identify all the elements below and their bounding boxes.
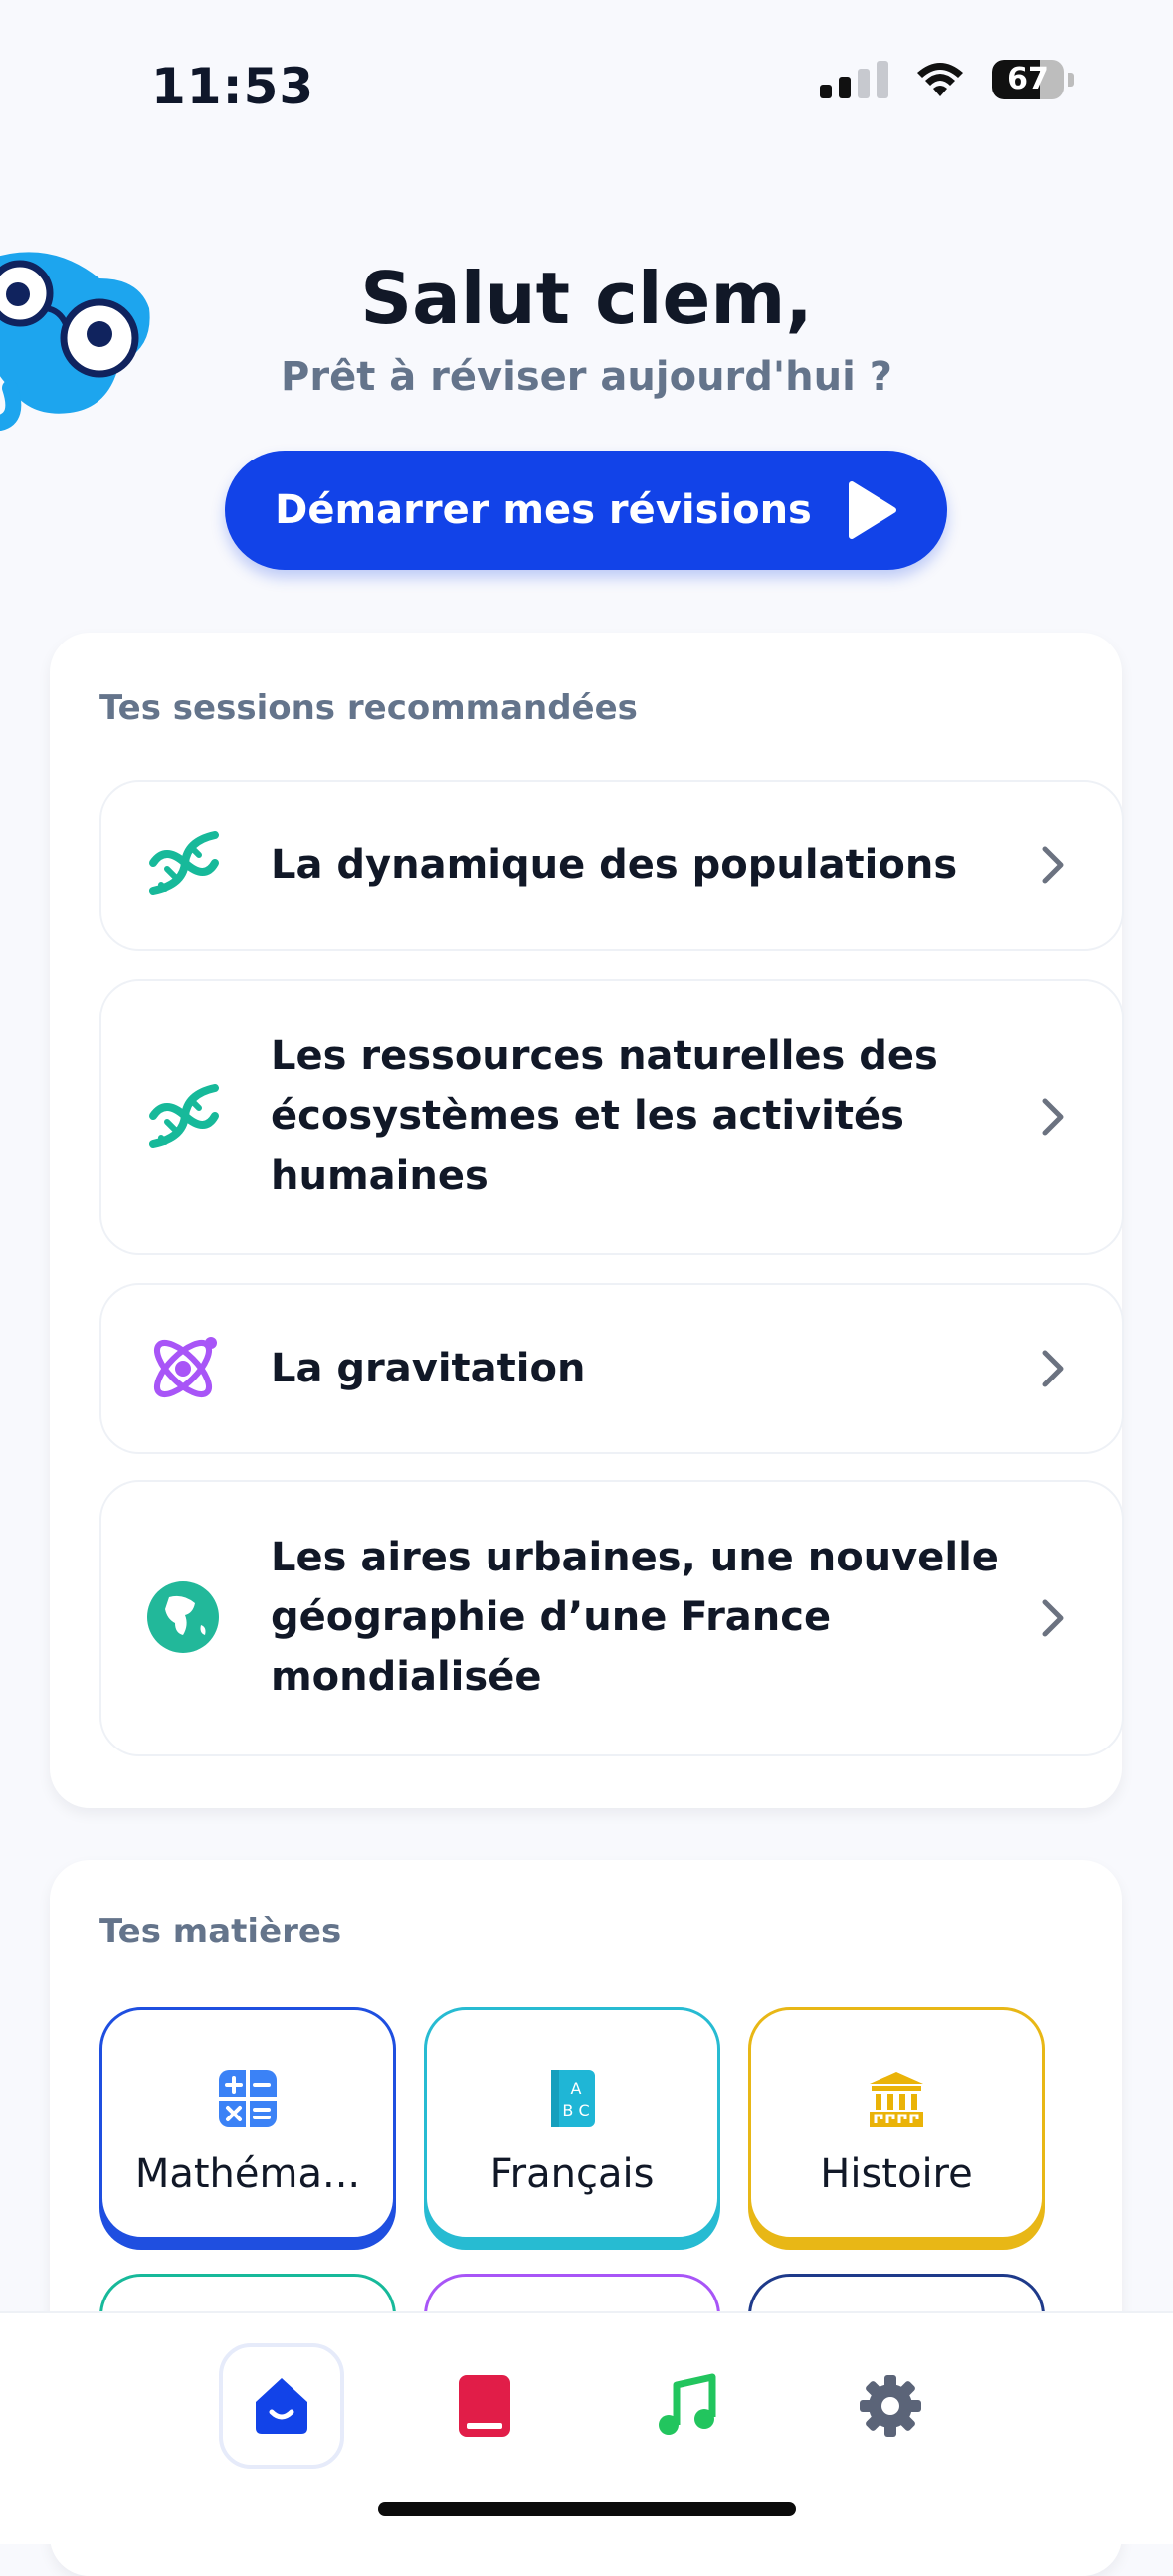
nav-home[interactable] bbox=[219, 2343, 344, 2469]
subject-label: Français bbox=[489, 2151, 655, 2197]
gear-icon bbox=[860, 2375, 921, 2437]
session-item[interactable]: La dynamique des populations bbox=[99, 780, 1124, 951]
svg-text:A: A bbox=[571, 2079, 582, 2098]
subject-label: Histoire bbox=[820, 2151, 973, 2197]
start-revisions-button[interactable]: Démarrer mes révisions bbox=[225, 451, 947, 570]
session-item[interactable]: La gravitation bbox=[99, 1283, 1124, 1454]
chevron-right-icon bbox=[1042, 1098, 1064, 1136]
subjects-title: Tes matières bbox=[99, 1912, 342, 1951]
session-label: La gravitation bbox=[271, 1346, 586, 1391]
home-icon bbox=[256, 2378, 307, 2434]
session-item[interactable]: Les ressources naturelles des écosystème… bbox=[99, 979, 1124, 1255]
session-label: Les ressources naturelles des écosystème… bbox=[271, 1033, 938, 1198]
sessions-title: Tes sessions recommandées bbox=[99, 688, 638, 728]
atom-icon bbox=[154, 1337, 217, 1397]
dna-icon bbox=[149, 1084, 219, 1148]
subject-histoire[interactable]: Histoire bbox=[748, 2007, 1045, 2240]
play-icon bbox=[848, 481, 896, 539]
nav-settings[interactable] bbox=[828, 2343, 953, 2469]
calculator-icon bbox=[219, 2070, 277, 2127]
music-note-icon bbox=[659, 2373, 716, 2435]
recommended-sessions-card: Tes sessions recommandées La dynamique d… bbox=[50, 633, 1124, 1808]
session-item[interactable]: Les aires urbaines, une nouvelle géograp… bbox=[99, 1480, 1124, 1756]
cellular-signal-icon bbox=[820, 61, 888, 98]
nav-book[interactable] bbox=[422, 2343, 547, 2469]
book-icon bbox=[459, 2375, 510, 2437]
temple-icon bbox=[870, 2072, 923, 2127]
status-icons: 67 bbox=[820, 60, 1074, 99]
subject-label: Mathéma... bbox=[134, 2151, 361, 2197]
start-revisions-label: Démarrer mes révisions bbox=[275, 487, 812, 533]
session-label: Les aires urbaines, une nouvelle géograp… bbox=[271, 1535, 999, 1700]
nav-music[interactable] bbox=[625, 2343, 750, 2469]
subject-mathematiques[interactable]: Mathéma... bbox=[99, 2007, 396, 2240]
battery-icon: 67 bbox=[992, 60, 1064, 99]
dna-icon bbox=[149, 831, 219, 895]
subject-francais[interactable]: A B C Français bbox=[424, 2007, 720, 2240]
svg-text:B C: B C bbox=[562, 2101, 589, 2119]
status-time: 11:53 bbox=[151, 58, 315, 115]
greeting-subtitle: Prêt à réviser aujourd'hui ? bbox=[281, 354, 892, 400]
chevron-right-icon bbox=[1042, 1599, 1064, 1637]
greeting-title: Salut clem, bbox=[360, 257, 813, 340]
session-label: La dynamique des populations bbox=[271, 842, 958, 888]
home-indicator bbox=[378, 2502, 796, 2516]
battery-percentage: 67 bbox=[1007, 62, 1049, 96]
globe-icon bbox=[147, 1581, 219, 1653]
chevron-right-icon bbox=[1042, 1350, 1064, 1387]
abc-book-icon: A B C bbox=[551, 2070, 595, 2127]
wifi-icon bbox=[917, 63, 963, 96]
chevron-right-icon bbox=[1042, 846, 1064, 884]
